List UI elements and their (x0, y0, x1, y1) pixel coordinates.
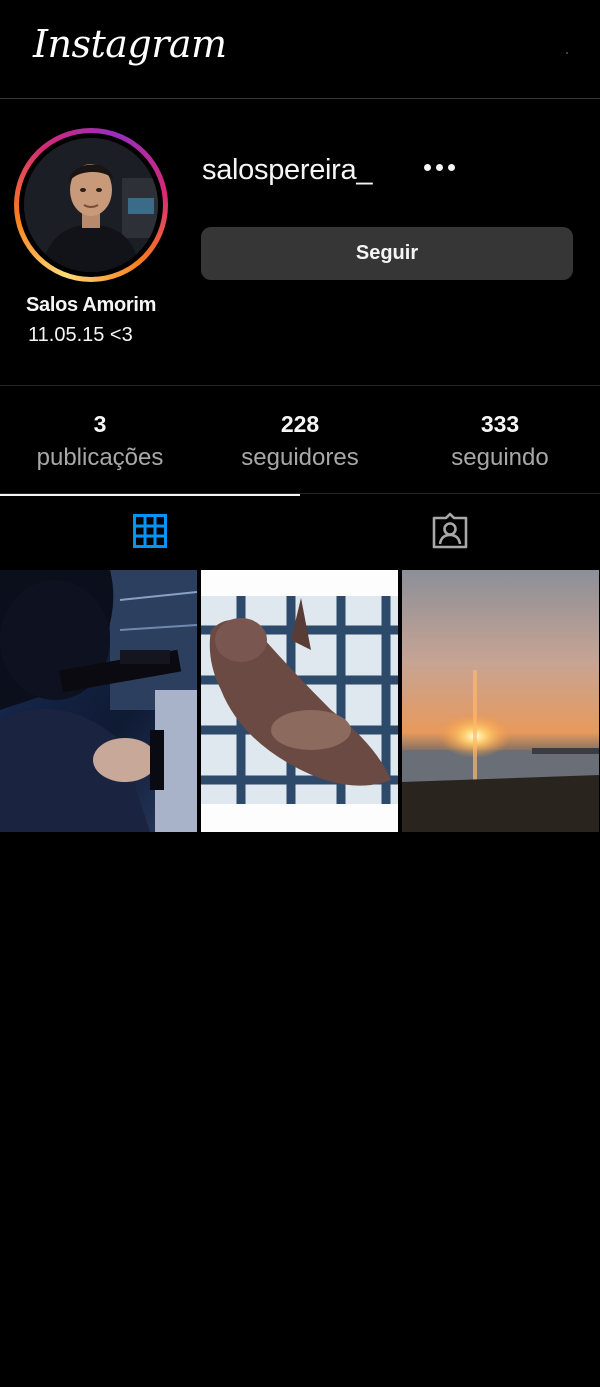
top-bar-dot (566, 52, 568, 54)
avatar-photo (24, 138, 158, 272)
post-thumbnail[interactable] (402, 570, 599, 832)
tab-tagged[interactable] (300, 494, 600, 568)
avatar (24, 138, 158, 272)
stat-label: seguidores (241, 444, 359, 471)
stat-followers[interactable]: 228 seguidores (200, 387, 400, 493)
stat-value: 228 (280, 411, 320, 437)
post-image-sunset (402, 570, 599, 832)
more-horizontal-icon (423, 163, 455, 171)
instagram-logo[interactable]: Instagram (33, 22, 227, 66)
bio-text: 11.05.15 <3 (28, 324, 133, 346)
tagged-icon (432, 512, 468, 549)
stat-label: seguindo (451, 444, 549, 471)
stat-following[interactable]: 333 seguindo (400, 387, 600, 493)
tab-posts[interactable] (0, 494, 300, 568)
stat-label: publicações (36, 444, 164, 471)
stat-value: 333 (480, 411, 520, 437)
post-image-rifle (0, 570, 197, 832)
profile-stats: 3 publicações 228 seguidores 333 seguind… (0, 387, 600, 494)
post-image-cat (201, 570, 398, 832)
display-name: Salos Amorim (26, 294, 157, 316)
profile-username: salospereira_ (202, 154, 373, 186)
post-thumbnail[interactable] (0, 570, 197, 832)
follow-button[interactable]: Seguir (201, 227, 573, 280)
avatar-gap (19, 133, 163, 277)
post-thumbnail[interactable] (201, 570, 398, 832)
grid-icon (133, 514, 167, 548)
story-ring[interactable] (14, 128, 168, 282)
posts-grid (0, 570, 600, 832)
more-options-button[interactable] (418, 152, 460, 182)
profile-header: Salos Amorim 11.05.15 <3 salospereira_ S… (0, 100, 600, 386)
stat-posts: 3 publicações (0, 387, 200, 493)
top-bar: Instagram (0, 0, 600, 99)
profile-tabs (0, 494, 600, 568)
stat-value: 3 (93, 411, 107, 437)
